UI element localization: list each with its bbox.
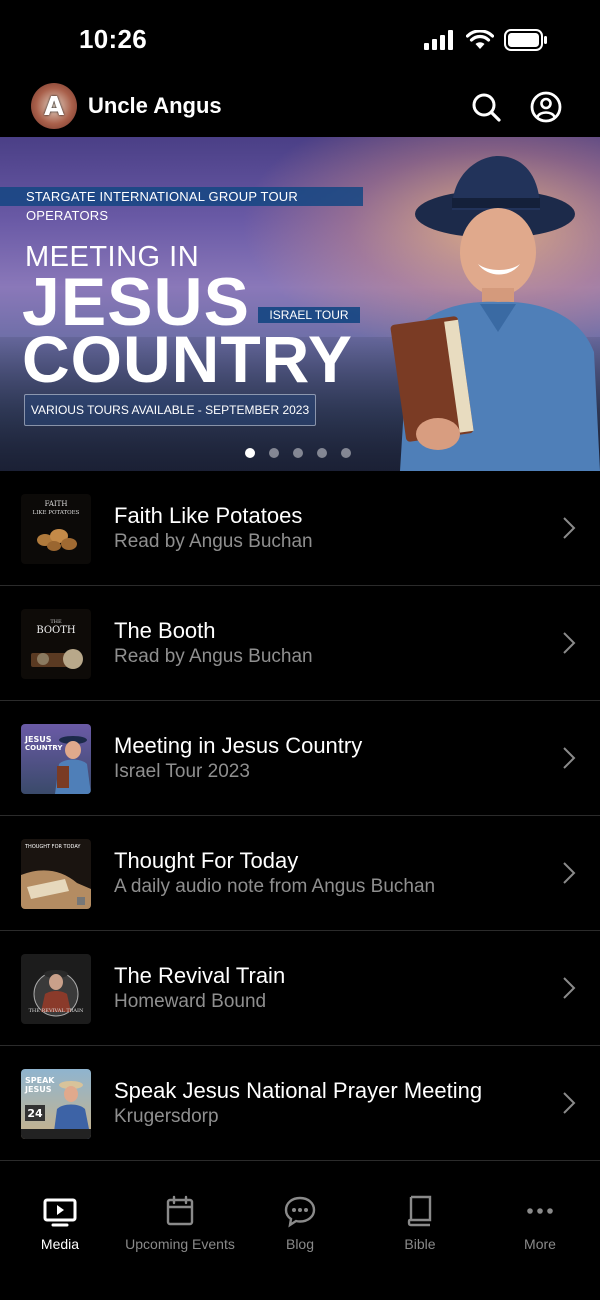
chat-bubble-icon [284,1196,316,1228]
chevron-right-icon [563,1092,576,1114]
list-item-title: Speak Jesus National Prayer Meeting [114,1078,483,1103]
tab-media[interactable]: Media [0,1194,120,1264]
status-icons [424,29,548,51]
tab-label: More [524,1236,556,1252]
calendar-icon [166,1195,194,1226]
chevron-right-icon [563,517,576,539]
list-item-thought-for-today[interactable]: THOUGHT FOR TODAY Thought For Today A da… [0,816,600,931]
tab-label: Bible [404,1236,436,1252]
more-dots-icon [527,1208,553,1214]
list-item-subtitle: Krugersdorp [114,1106,219,1127]
thumbnail-jesus-country: JESUS COUNTRY [21,724,91,794]
chevron-right-icon [563,862,576,884]
tab-label: Blog [285,1236,315,1252]
list-item-subtitle: A daily audio note from Angus Buchan [114,876,436,897]
banner-heading-3: COUNTRY [22,322,353,396]
list-item-subtitle: Read by Angus Buchan [114,531,313,552]
tab-bible[interactable]: Bible [360,1194,480,1264]
list-item-subtitle: Read by Angus Buchan [114,646,313,667]
signal-icon [424,30,453,50]
svg-text:24: 24 [27,1107,43,1120]
svg-text:COUNTRY: COUNTRY [25,744,63,752]
svg-text:JESUS: JESUS [24,735,52,744]
book-icon [407,1195,432,1227]
svg-text:BOOTH: BOOTH [36,625,76,636]
thumbnail-the-booth: THE BOOTH [21,609,91,679]
banner-carousel[interactable]: STARGATE INTERNATIONAL GROUP TOUR OPERAT… [0,137,600,471]
carousel-dot[interactable] [341,448,351,458]
list-item-title: The Revival Train [114,963,286,988]
tab-label: Media [40,1236,80,1252]
list-item-meeting-in-jesus-country[interactable]: JESUS COUNTRY Meeting in Jesus Country I… [0,701,600,816]
logo-icon: A [43,92,65,122]
page-title: Uncle Angus [88,93,222,118]
chevron-right-icon [563,747,576,769]
wifi-icon [466,30,494,49]
thumbnail-thought-for-today: THOUGHT FOR TODAY [21,839,91,909]
account-icon[interactable] [529,90,563,124]
carousel-dot[interactable] [317,448,327,458]
tab-blog[interactable]: Blog [240,1194,360,1264]
tab-label: Upcoming Events [125,1236,235,1252]
list-item-subtitle: Israel Tour 2023 [114,761,250,782]
svg-text:THE REVIVAL TRAIN: THE REVIVAL TRAIN [29,1008,84,1014]
list-item-title: Faith Like Potatoes [114,503,303,528]
thumbnail-faith-like-potatoes: FAITH LIKE POTATOES [21,494,91,564]
list-item-title: Meeting in Jesus Country [114,733,363,758]
thumbnail-revival-train: THE REVIVAL TRAIN [21,954,91,1024]
svg-text:SPEAK: SPEAK [25,1076,55,1085]
svg-text:FAITH: FAITH [45,500,68,508]
banner-ribbon: STARGATE INTERNATIONAL GROUP TOUR OPERAT… [0,187,363,223]
list-item-the-revival-train[interactable]: THE REVIVAL TRAIN The Revival Train Home… [0,931,600,1046]
status-bar: 10:26 [0,0,600,80]
status-time: 10:26 [79,24,147,54]
carousel-dot[interactable] [269,448,279,458]
media-list: FAITH LIKE POTATOES Faith Like Potatoes … [0,471,600,1161]
media-icon [43,1198,77,1227]
banner-photo-man-with-bible [390,156,600,471]
list-item-the-booth[interactable]: THE BOOTH The Booth Read by Angus Buchan [0,586,600,701]
banner-tours-note: VARIOUS TOURS AVAILABLE - SEPTEMBER 2023 [24,394,316,426]
chevron-right-icon [563,632,576,654]
svg-text:THOUGHT FOR TODAY: THOUGHT FOR TODAY [24,844,81,850]
svg-text:JESUS: JESUS [24,1085,52,1094]
list-item-subtitle: Homeward Bound [114,991,267,1012]
carousel-dot[interactable] [293,448,303,458]
list-item-title: Thought For Today [114,848,299,873]
chevron-right-icon [563,977,576,999]
app-header: A Uncle Angus [0,80,600,136]
search-icon[interactable] [469,90,503,124]
carousel-dots [245,448,351,458]
carousel-dot[interactable] [245,448,255,458]
svg-text:LIKE POTATOES: LIKE POTATOES [33,510,80,516]
tab-upcoming-events[interactable]: Upcoming Events [120,1194,240,1264]
tab-more[interactable]: More [480,1194,600,1264]
avatar[interactable]: A [31,83,77,129]
list-item-title: The Booth [114,618,216,643]
banner-tag: ISRAEL TOUR [258,307,360,323]
tab-bar: Media Upcoming Events Blog Bible More [0,1182,600,1300]
battery-icon [504,29,547,51]
thumbnail-speak-jesus: SPEAK JESUS 24 [21,1069,91,1139]
list-item-faith-like-potatoes[interactable]: FAITH LIKE POTATOES Faith Like Potatoes … [0,471,600,586]
list-item-speak-jesus[interactable]: SPEAK JESUS 24 Speak Jesus National Pray… [0,1046,600,1161]
